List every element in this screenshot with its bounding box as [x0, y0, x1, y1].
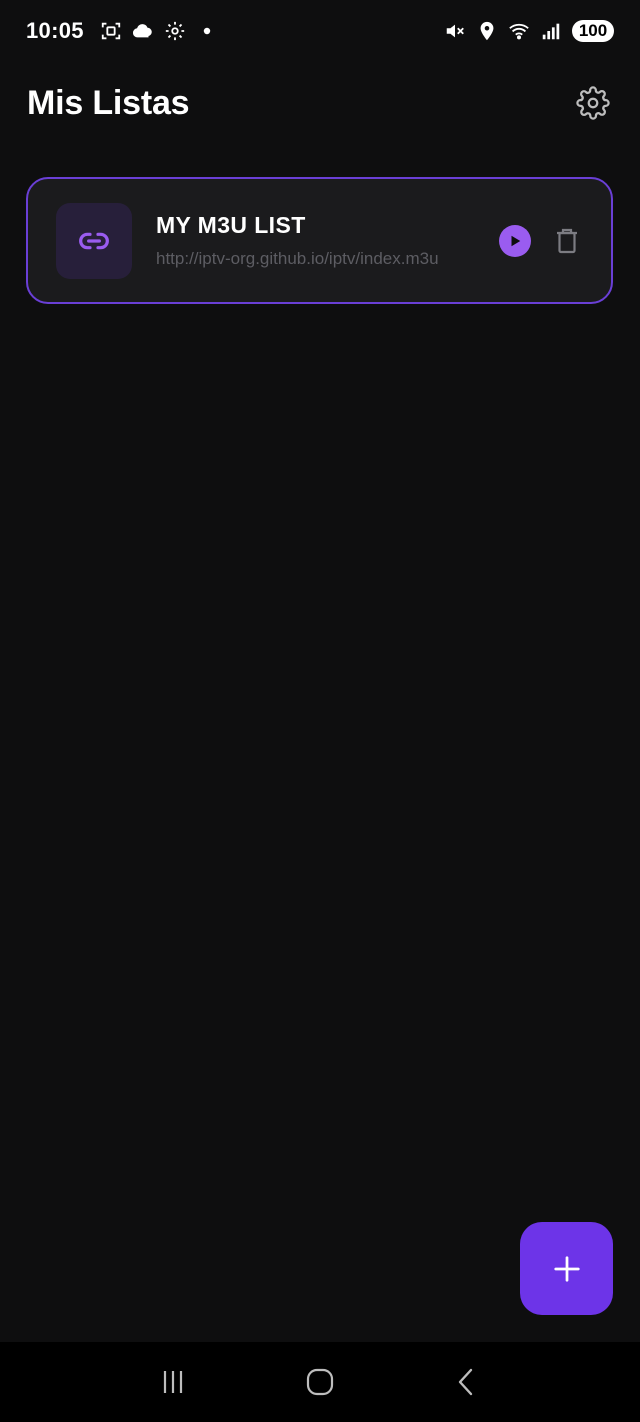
status-bar-right: 100 — [444, 20, 614, 42]
list-url: http://iptv-org.github.io/iptv/index.m3u — [156, 249, 439, 268]
signal-icon — [540, 20, 562, 42]
link-icon — [79, 232, 109, 249]
dot-icon — [196, 20, 218, 42]
trash-icon — [557, 228, 577, 253]
screenshot-icon — [100, 20, 122, 42]
home-button[interactable] — [290, 1352, 350, 1412]
battery-indicator: 100 — [572, 20, 614, 42]
status-bar: 10:05 100 — [0, 0, 640, 62]
play-icon — [511, 235, 521, 246]
recent-apps-button[interactable] — [143, 1352, 203, 1412]
add-list-button[interactable] — [520, 1222, 613, 1315]
back-icon — [458, 1368, 472, 1396]
list-text: MY M3U LIST http://iptv-org.github.io/ip… — [156, 212, 492, 269]
list-icon-container — [56, 202, 132, 279]
back-button[interactable] — [437, 1352, 497, 1412]
list-name: MY M3U LIST — [156, 212, 306, 238]
recent-apps-icon — [164, 1371, 183, 1393]
play-button[interactable] — [499, 224, 531, 257]
mute-icon — [444, 20, 466, 42]
settings-button[interactable] — [573, 83, 613, 123]
gear-icon — [164, 20, 186, 42]
wifi-icon — [508, 20, 530, 42]
plus-icon — [553, 1255, 580, 1282]
list-item[interactable]: MY M3U LIST http://iptv-org.github.io/ip… — [26, 177, 613, 304]
delete-button[interactable] — [551, 225, 583, 257]
gear-icon — [576, 86, 610, 120]
app-header: Mis Listas — [27, 78, 613, 128]
system-navigation-bar — [0, 1342, 640, 1422]
location-icon — [476, 20, 498, 42]
status-time: 10:05 — [26, 18, 84, 43]
status-bar-left: 10:05 — [26, 18, 218, 44]
cloud-icon — [132, 20, 154, 42]
list-actions — [499, 224, 583, 257]
page-title: Mis Listas — [27, 83, 190, 122]
home-icon — [306, 1368, 334, 1396]
